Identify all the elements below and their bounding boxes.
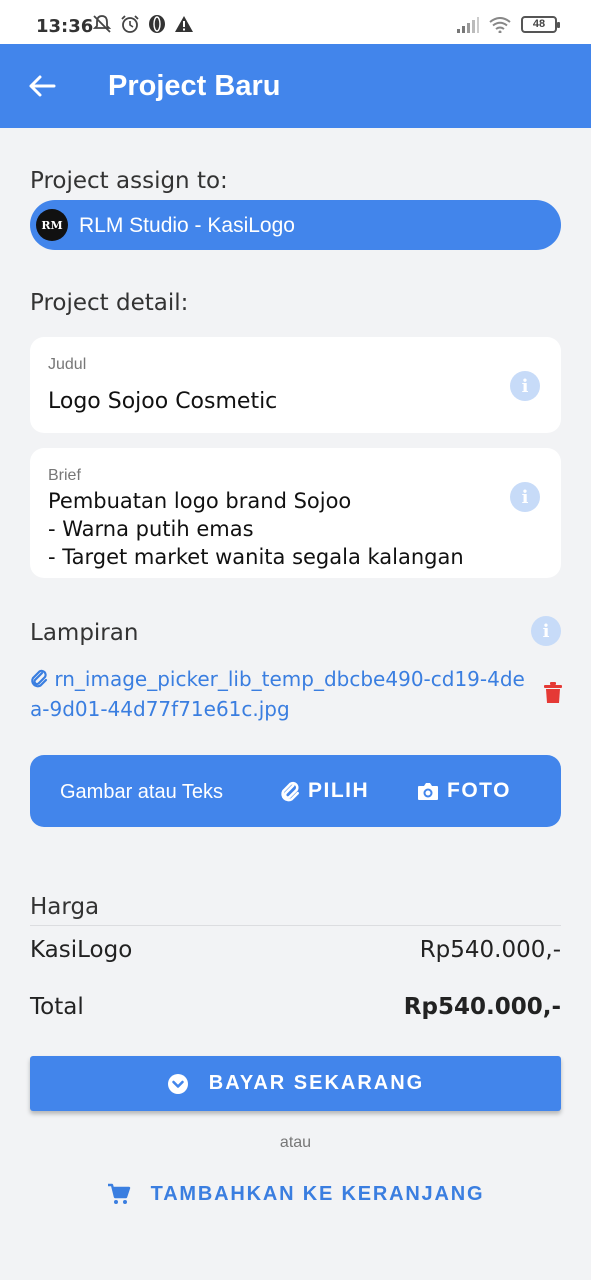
judul-label: Judul: [48, 356, 87, 373]
back-button[interactable]: [24, 68, 60, 104]
brief-line-1: Pembuatan logo brand Sojoo: [48, 489, 352, 513]
status-time: 13:36: [36, 16, 94, 37]
lampiran-info-icon[interactable]: i: [531, 616, 561, 646]
assign-selector[interactable]: RM RLM Studio - KasiLogo: [30, 200, 561, 250]
add-to-cart-label: TAMBAHKAN KE KERANJANG: [150, 1182, 485, 1205]
brief-line-2: - Warna putih emas: [48, 517, 254, 541]
pilih-button[interactable]: PILIH: [280, 779, 369, 803]
page-title: Project Baru: [108, 70, 281, 102]
brief-label: Brief: [48, 467, 81, 484]
brief-info-icon[interactable]: i: [510, 482, 540, 512]
bell-off-icon: [92, 15, 112, 33]
trash-icon[interactable]: [543, 682, 563, 704]
warning-icon: [175, 16, 193, 32]
add-to-cart-button[interactable]: TAMBAHKAN KE KERANJANG: [100, 1174, 491, 1214]
app-bar: Project Baru: [0, 44, 591, 128]
chevron-down-circle-icon: [167, 1073, 188, 1094]
paperclip-icon: [281, 781, 300, 802]
wifi-icon: [489, 16, 511, 33]
foto-button[interactable]: FOTO: [417, 779, 511, 803]
status-icons-left: [92, 14, 194, 34]
attachment-link[interactable]: rn_image_picker_lib_temp_dbcbe490-cd19-4…: [30, 664, 530, 724]
brief-field[interactable]: Brief Pembuatan logo brand Sojoo - Warna…: [30, 448, 561, 578]
assign-label: Project assign to:: [30, 168, 228, 194]
item-price: Rp540.000,-: [419, 937, 561, 963]
attachment-filename: rn_image_picker_lib_temp_dbcbe490-cd19-4…: [30, 667, 525, 721]
judul-field[interactable]: Judul Logo Sojoo Cosmetic i: [30, 337, 561, 433]
camera-icon: [418, 783, 438, 800]
battery-indicator: 48: [521, 16, 560, 33]
alarm-icon: [121, 15, 139, 33]
divider: [30, 925, 561, 926]
attachment-picker-bar: Gambar atau Teks PILIH FOTO: [30, 755, 561, 827]
assign-value: RLM Studio - KasiLogo: [79, 214, 295, 237]
or-separator: atau: [279, 1134, 312, 1151]
studio-avatar: RM: [36, 209, 68, 241]
paperclip-icon: [31, 669, 48, 688]
status-icons-right: 48: [457, 16, 560, 33]
signal-icon: [457, 16, 479, 33]
judul-info-icon[interactable]: i: [510, 371, 540, 401]
arrow-left-icon: [29, 75, 56, 97]
pay-now-label: BAYAR SEKARANG: [208, 1072, 425, 1094]
pay-now-button[interactable]: BAYAR SEKARANG: [30, 1056, 561, 1111]
status-bar: 13:36 48: [0, 0, 591, 44]
detail-label: Project detail:: [30, 290, 189, 316]
cart-icon: [107, 1183, 130, 1204]
harga-label: Harga: [30, 894, 100, 920]
judul-value: Logo Sojoo Cosmetic: [48, 389, 278, 414]
lampiran-label: Lampiran: [30, 620, 139, 646]
app-notification-icon: [149, 15, 165, 33]
total-value: Rp540.000,-: [403, 994, 561, 1020]
item-name: KasiLogo: [30, 937, 133, 963]
picker-label: Gambar atau Teks: [60, 781, 224, 803]
pilih-label: PILIH: [308, 779, 370, 802]
total-label: Total: [30, 994, 84, 1020]
brief-line-3: - Target market wanita segala kalangan: [48, 545, 464, 569]
foto-label: FOTO: [447, 779, 511, 802]
